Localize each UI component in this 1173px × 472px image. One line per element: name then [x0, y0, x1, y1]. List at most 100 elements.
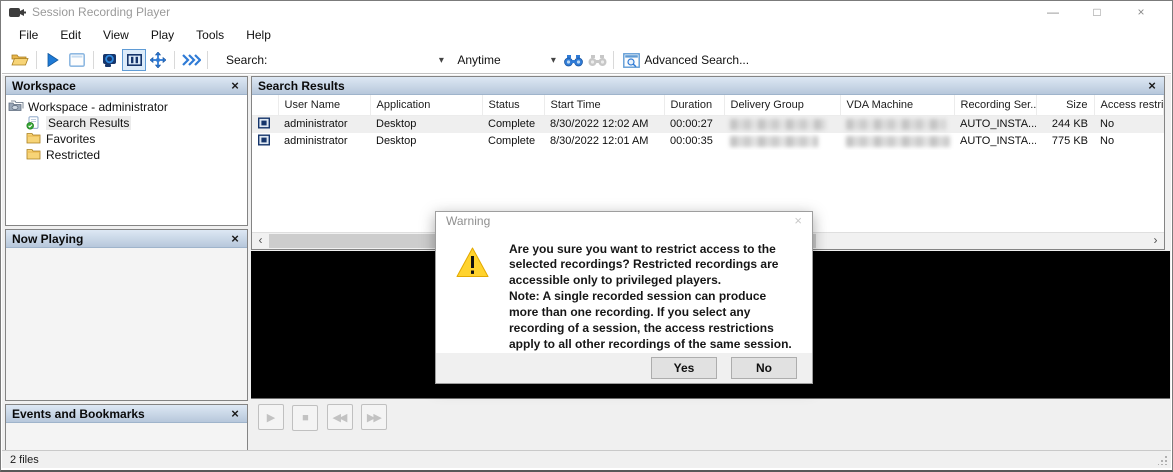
menu-help[interactable]: Help [235, 23, 282, 47]
column-delivery-group[interactable]: Delivery Group [724, 95, 841, 116]
time-filter-dropdown-arrow: ▾ [550, 54, 556, 66]
cell-duration: 00:00:35 [670, 135, 713, 147]
cell-delivery-group-redacted [724, 115, 840, 133]
rewind-icon: ◀◀ [332, 411, 347, 424]
play-button[interactable] [41, 49, 65, 71]
recording-row-2[interactable]: administrator Desktop Complete 8/30/2022… [252, 133, 1164, 150]
column-status[interactable]: Status [482, 95, 545, 116]
tree-item-favorites[interactable]: Favorites [8, 131, 245, 147]
stop-icon: ■ [302, 411, 309, 424]
cell-recording-server: AUTO_INSTA... [954, 115, 1036, 133]
pan-move-icon [150, 52, 166, 68]
screen-cast-icon [102, 53, 119, 68]
menu-edit[interactable]: Edit [49, 23, 92, 47]
events-close-icon[interactable]: × [227, 406, 243, 421]
column-icon [252, 95, 279, 116]
now-playing-close-icon[interactable]: × [227, 231, 243, 246]
cell-status: Complete [488, 135, 536, 147]
close-button[interactable]: × [1119, 1, 1163, 23]
search-results-doc-icon [26, 116, 42, 130]
toolbar-separator [36, 51, 37, 69]
redacted-blur [730, 118, 826, 130]
dialog-body: Are you sure you want to restrict access… [436, 230, 812, 354]
find-next-button-disabled [585, 49, 609, 71]
tree-item-search-results[interactable]: Search Results [8, 115, 245, 131]
column-access-restricted[interactable]: Access restrict... [1094, 95, 1164, 116]
tree-item-label: Workspace - administrator [28, 100, 168, 114]
menu-tools[interactable]: Tools [185, 23, 235, 47]
workspace-panel: Workspace × Workspace - administrator Se… [5, 76, 248, 226]
column-vda-machine[interactable]: VDA Machine [840, 95, 955, 116]
yes-button[interactable]: Yes [651, 357, 717, 380]
column-duration[interactable]: Duration [664, 95, 725, 116]
dialog-message: Are you sure you want to restrict access… [509, 241, 792, 352]
recording-icon [257, 117, 271, 129]
cell-user: administrator [278, 115, 370, 133]
find-button[interactable] [561, 49, 585, 71]
speed-button[interactable] [179, 49, 203, 71]
no-button[interactable]: No [731, 357, 797, 380]
warning-triangle-icon [456, 247, 489, 278]
column-user-name[interactable]: User Name [278, 95, 371, 116]
open-button[interactable] [8, 49, 32, 71]
redacted-blur [730, 135, 818, 147]
cell-vda-machine-redacted [840, 133, 954, 150]
menu-view[interactable]: View [92, 23, 140, 47]
minimize-button[interactable]: — [1031, 1, 1075, 23]
cell-duration: 00:00:27 [664, 115, 724, 133]
cell-size: 244 KB [1036, 115, 1094, 133]
now-playing-panel-title: Now Playing [12, 231, 84, 246]
search-results-panel-title: Search Results [258, 78, 345, 93]
column-application[interactable]: Application [370, 95, 483, 116]
results-header-row: User Name Application Status Start Time … [252, 95, 1164, 116]
tree-item-workspace-root[interactable]: Workspace - administrator [8, 99, 245, 115]
window-title: Session Recording Player [32, 5, 171, 19]
cell-application: Desktop [370, 115, 482, 133]
cell-access-restricted: No [1100, 135, 1115, 147]
app-window: Session Recording Player — □ × File Edit… [0, 0, 1173, 472]
menu-play[interactable]: Play [140, 23, 185, 47]
search-label: Search: [226, 53, 268, 67]
events-bookmarks-panel: Events and Bookmarks × [5, 404, 248, 451]
recording-row-1[interactable]: administrator Desktop Complete 8/30/2022… [252, 115, 1164, 133]
dialog-close-icon[interactable]: × [794, 213, 802, 228]
time-filter-select[interactable]: Anytime ▾ [449, 53, 561, 67]
advanced-search-icon [623, 52, 641, 68]
now-playing-panel-header: Now Playing × [6, 230, 247, 248]
fast-chevrons-icon [181, 54, 201, 66]
player-forward-button: ▶▶ [361, 404, 388, 430]
status-bar: 2 files [2, 450, 1171, 468]
workspace-close-icon[interactable]: × [227, 78, 243, 93]
player-play-button: ▶ [258, 404, 284, 430]
folder-icon [26, 148, 42, 162]
search-results-close-icon[interactable]: × [1144, 78, 1160, 93]
toolbar-separator [613, 51, 615, 69]
maximize-button[interactable]: □ [1075, 1, 1119, 23]
events-panel-title: Events and Bookmarks [12, 406, 145, 421]
workspace-tree: Workspace - administrator Search Results… [6, 95, 247, 167]
toolbar-separator [93, 51, 94, 69]
film-frame-icon [126, 54, 142, 66]
column-recording-server[interactable]: Recording Ser... [954, 95, 1037, 116]
results-table: User Name Application Status Start Time … [252, 95, 1164, 150]
advanced-search-button[interactable]: Advanced Search... [622, 49, 750, 71]
redacted-blur [846, 135, 950, 147]
snapshot-button[interactable] [65, 49, 89, 71]
tree-item-restricted[interactable]: Restricted [8, 147, 245, 163]
player-stop-button: ■ [292, 404, 319, 431]
scroll-right-arrow-icon[interactable]: › [1147, 233, 1164, 249]
player-controls: ▶ ■ ◀◀ ▶▶ [251, 398, 1170, 451]
screen-cast-button[interactable] [98, 49, 122, 71]
pan-button[interactable] [146, 49, 170, 71]
resize-grip[interactable] [1158, 455, 1168, 465]
column-size[interactable]: Size [1036, 95, 1095, 116]
scroll-left-arrow-icon[interactable]: ‹ [252, 233, 269, 249]
player-rewind-button: ◀◀ [326, 404, 353, 430]
frame-view-toggle[interactable] [122, 49, 146, 71]
search-dropdown-arrow[interactable]: ▾ [433, 55, 449, 66]
menu-file[interactable]: File [8, 23, 49, 47]
search-input[interactable] [273, 50, 434, 70]
fast-forward-icon: ▶▶ [366, 411, 382, 424]
cell-status: Complete [482, 115, 544, 133]
column-start-time[interactable]: Start Time [544, 95, 665, 116]
